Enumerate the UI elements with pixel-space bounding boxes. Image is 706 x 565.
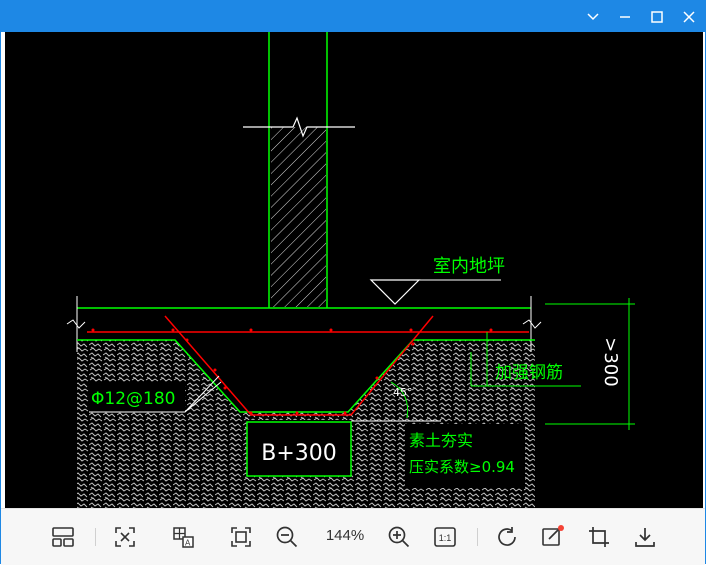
layout-button[interactable] bbox=[49, 523, 77, 551]
zoom-out-button[interactable] bbox=[273, 523, 301, 551]
width-label: B+300 bbox=[261, 441, 337, 466]
svg-text:A: A bbox=[185, 539, 191, 548]
floor-level-triangle bbox=[369, 279, 421, 305]
image-viewer-window: 室内地坪 Φ12@180 加强钢筋 >300 45° B+300 素土夯实 压实… bbox=[0, 0, 706, 565]
download-button[interactable] bbox=[631, 523, 659, 551]
crop-icon bbox=[589, 527, 609, 547]
edit-button[interactable] bbox=[539, 523, 567, 551]
anchor-rebar-label: 加强钢筋 bbox=[495, 363, 563, 383]
fit-screen-button[interactable] bbox=[111, 523, 139, 551]
one-to-one-label: 1:1 bbox=[439, 533, 452, 543]
rebar-label: Φ12@180 bbox=[91, 389, 175, 409]
fit-screen-icon bbox=[115, 527, 135, 547]
rotate-button[interactable] bbox=[493, 523, 521, 551]
zoom-level: 144% bbox=[325, 527, 365, 544]
layout-icon bbox=[52, 527, 74, 547]
crop-button[interactable] bbox=[585, 523, 613, 551]
right-break-mark bbox=[522, 319, 542, 329]
image-canvas[interactable]: 室内地坪 Φ12@180 加强钢筋 >300 45° B+300 素土夯实 压实… bbox=[5, 32, 703, 508]
zoom-out-icon bbox=[276, 526, 298, 548]
cad-drawing: 室内地坪 Φ12@180 加强钢筋 >300 45° B+300 素土夯实 压实… bbox=[66, 32, 635, 508]
actual-size-icon: 1:1 bbox=[434, 527, 456, 547]
angle-label: 45° bbox=[393, 386, 413, 399]
bottom-toolbar: A 144% 1:1 bbox=[1, 508, 705, 565]
minimize-button[interactable] bbox=[609, 1, 641, 32]
soil-note-line2: 压实系数≥0.94 bbox=[409, 458, 515, 476]
fullscreen-icon bbox=[231, 527, 251, 547]
indoor-floor-label: 室内地坪 bbox=[433, 256, 505, 277]
toolbar-separator bbox=[95, 528, 96, 546]
soil-note-line1: 素土夯实 bbox=[409, 431, 473, 450]
minimize-icon bbox=[620, 15, 630, 18]
ocr-icon: A bbox=[173, 527, 194, 548]
window-controls bbox=[577, 1, 705, 32]
toolbar-separator bbox=[477, 528, 478, 546]
rotate-icon bbox=[498, 527, 516, 546]
edit-icon bbox=[542, 525, 564, 546]
actual-size-button[interactable]: 1:1 bbox=[431, 523, 459, 551]
fullscreen-button[interactable] bbox=[227, 523, 255, 551]
close-button[interactable] bbox=[673, 1, 705, 32]
chevron-down-icon bbox=[587, 12, 599, 20]
wall-hatch bbox=[271, 127, 326, 307]
title-bar[interactable] bbox=[1, 1, 705, 32]
maximize-icon bbox=[651, 10, 663, 23]
zoom-in-icon bbox=[388, 526, 410, 548]
maximize-button[interactable] bbox=[641, 1, 673, 32]
dim-300-label: >300 bbox=[600, 337, 621, 386]
chevron-down-button[interactable] bbox=[577, 1, 609, 32]
zoom-in-button[interactable] bbox=[385, 523, 413, 551]
left-break-mark bbox=[66, 319, 86, 329]
ocr-button[interactable]: A bbox=[169, 523, 197, 551]
download-icon bbox=[635, 528, 655, 547]
close-icon bbox=[683, 10, 695, 23]
